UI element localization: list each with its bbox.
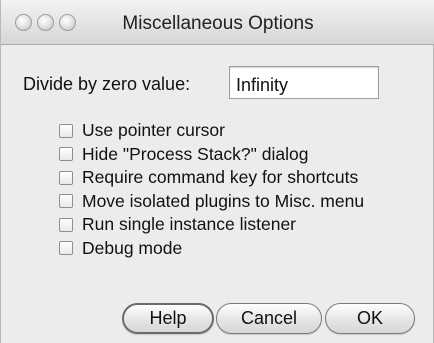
window-title: Miscellaneous Options [122, 13, 314, 34]
option-hide-process-stack-dialog[interactable]: Hide "Process Stack?" dialog [59, 143, 364, 167]
checkbox[interactable] [59, 194, 73, 209]
option-label: Run single instance listener [82, 214, 297, 235]
checkbox[interactable] [59, 170, 73, 185]
option-label: Hide "Process Stack?" dialog [82, 143, 309, 164]
option-run-single-instance-listener[interactable]: Run single instance listener [59, 213, 364, 237]
divide-by-zero-row: Divide by zero value: [23, 67, 190, 101]
option-label: Debug mode [82, 237, 183, 258]
divide-by-zero-label: Divide by zero value: [23, 73, 191, 94]
ok-button[interactable]: OK [325, 303, 415, 334]
option-debug-mode[interactable]: Debug mode [59, 237, 364, 261]
option-label: Use pointer cursor [82, 120, 225, 141]
miscellaneous-options-dialog: Miscellaneous Options Divide by zero val… [0, 0, 434, 343]
checkbox[interactable] [59, 217, 73, 232]
title-bar: Miscellaneous Options [1, 0, 434, 45]
cancel-button[interactable]: Cancel [216, 303, 322, 334]
options-list: Use pointer cursor Hide "Process Stack?"… [59, 119, 364, 260]
option-label: Move isolated plugins to Misc. menu [82, 190, 365, 211]
checkbox[interactable] [59, 241, 73, 256]
checkbox[interactable] [59, 147, 73, 162]
option-move-isolated-plugins[interactable]: Move isolated plugins to Misc. menu [59, 190, 364, 214]
divide-by-zero-field[interactable] [229, 66, 379, 99]
option-require-command-key[interactable]: Require command key for shortcuts [59, 166, 364, 190]
checkbox[interactable] [59, 123, 73, 138]
option-label: Require command key for shortcuts [82, 167, 359, 188]
help-button[interactable]: Help [122, 303, 214, 334]
option-use-pointer-cursor[interactable]: Use pointer cursor [59, 119, 364, 143]
